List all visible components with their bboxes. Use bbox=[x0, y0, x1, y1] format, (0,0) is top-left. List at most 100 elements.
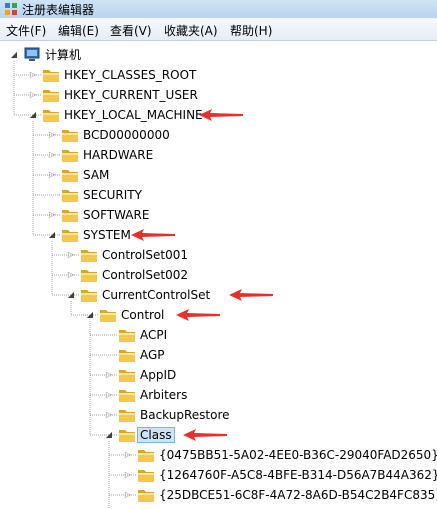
folder-icon bbox=[138, 450, 154, 462]
tree-node-label: SOFTWARE bbox=[83, 208, 150, 222]
tree-node[interactable]: ▷ ControlSet002 bbox=[0, 265, 437, 285]
annotation-arrow-icon bbox=[229, 289, 274, 301]
tree-node-label: SAM bbox=[83, 168, 110, 182]
collapse-arrow-icon[interactable]: ◢ bbox=[105, 425, 113, 445]
tree-node[interactable]: SECURITY bbox=[0, 185, 437, 205]
folder-icon bbox=[100, 310, 116, 322]
collapse-arrow-icon[interactable]: ◢ bbox=[86, 305, 94, 325]
expand-arrow-icon[interactable]: ▷ bbox=[48, 165, 56, 185]
tree-node[interactable]: AGP bbox=[0, 345, 437, 365]
tree-node[interactable]: ▷ {0475BB51-5A02-4EE0-B36C-29040FAD2650} bbox=[0, 445, 437, 465]
selected-key-label: Class bbox=[137, 427, 175, 443]
expand-arrow-icon[interactable]: ▷ bbox=[124, 485, 132, 505]
tree-node[interactable]: ▷ SOFTWARE bbox=[0, 205, 437, 225]
expand-arrow-icon[interactable]: ◢ bbox=[10, 45, 18, 65]
tree-node[interactable]: ▷ BCD00000000 bbox=[0, 125, 437, 145]
tree-node[interactable]: ▷ HARDWARE bbox=[0, 145, 437, 165]
computer-icon bbox=[24, 47, 40, 61]
expand-arrow-icon[interactable]: ▷ bbox=[48, 125, 56, 145]
folder-icon bbox=[43, 110, 59, 122]
tree-node-label: {1264760F-A5C8-4BFE-B314-D56A7B44A362} bbox=[159, 468, 437, 482]
tree-node[interactable]: ▷ SAM bbox=[0, 165, 437, 185]
collapse-arrow-icon[interactable]: ◢ bbox=[67, 285, 75, 305]
collapse-arrow-icon[interactable]: ◢ bbox=[29, 105, 37, 125]
collapse-arrow-icon[interactable]: ◢ bbox=[48, 225, 56, 245]
window-title: 注册表编辑器 bbox=[22, 3, 95, 17]
expand-arrow-icon[interactable]: ▷ bbox=[29, 85, 37, 105]
menu-item-1[interactable]: 编辑(E) bbox=[58, 22, 99, 39]
tree-node-label: {0475BB51-5A02-4EE0-B36C-29040FAD2650} bbox=[159, 448, 437, 462]
folder-icon bbox=[119, 410, 135, 422]
folder-icon bbox=[119, 330, 135, 342]
folder-icon bbox=[119, 350, 135, 362]
tree-node[interactable]: ▷ {1264760F-A5C8-4BFE-B314-D56A7B44A362} bbox=[0, 465, 437, 485]
tree-node-label: HKEY_CLASSES_ROOT bbox=[64, 68, 197, 82]
tree-node[interactable] bbox=[0, 505, 437, 509]
expand-arrow-icon[interactable]: ▷ bbox=[67, 245, 75, 265]
tree-node-label: HKEY_LOCAL_MACHINE bbox=[64, 108, 203, 122]
tree-node-label: {25DBCE51-6C8F-4A72-8A6D-B54C2B4FC835} bbox=[159, 488, 437, 502]
menu-item-4[interactable]: 帮助(H) bbox=[230, 22, 272, 39]
tree-node-label: AGP bbox=[140, 348, 165, 362]
folder-icon bbox=[119, 390, 135, 402]
folder-icon bbox=[138, 470, 154, 482]
title-bar: 注册表编辑器 bbox=[0, 0, 437, 18]
expand-arrow-icon[interactable]: ▷ bbox=[29, 65, 37, 85]
tree-node[interactable]: ◢ SYSTEM bbox=[0, 225, 437, 245]
tree-node-label: SYSTEM bbox=[83, 228, 131, 242]
menu-item-2[interactable]: 查看(V) bbox=[110, 22, 152, 39]
folder-icon bbox=[62, 230, 78, 242]
annotation-arrow-icon bbox=[131, 229, 176, 241]
expand-arrow-icon[interactable]: ▷ bbox=[124, 465, 132, 485]
tree-node-label: ControlSet002 bbox=[102, 268, 188, 282]
registry-editor-icon bbox=[5, 3, 17, 15]
tree-node[interactable]: ▷ HKEY_CURRENT_USER bbox=[0, 85, 437, 105]
folder-icon bbox=[81, 290, 97, 302]
annotation-arrow-icon bbox=[176, 309, 221, 321]
folder-icon bbox=[62, 130, 78, 142]
folder-icon bbox=[62, 190, 78, 202]
tree-node[interactable]: ▷ Arbiters bbox=[0, 385, 437, 405]
folder-icon bbox=[81, 270, 97, 282]
tree-node-label: ControlSet001 bbox=[102, 248, 188, 262]
tree-node-label: 计算机 bbox=[45, 48, 82, 62]
folder-icon bbox=[43, 70, 59, 82]
expand-arrow-icon[interactable]: ▷ bbox=[105, 405, 113, 425]
annotation-arrow-icon bbox=[183, 429, 227, 441]
expand-arrow-icon[interactable]: ▷ bbox=[48, 145, 56, 165]
tree-node-label: AppID bbox=[140, 368, 177, 382]
folder-icon bbox=[43, 90, 59, 102]
tree-node[interactable]: ▷ AppID bbox=[0, 365, 437, 385]
tree-node-label: HARDWARE bbox=[83, 148, 154, 162]
expand-arrow-icon[interactable]: ▷ bbox=[105, 385, 113, 405]
tree-node-label: BCD00000000 bbox=[83, 128, 170, 142]
expand-arrow-icon[interactable]: ▷ bbox=[105, 365, 113, 385]
tree-node[interactable]: ◢ CurrentControlSet bbox=[0, 285, 437, 305]
folder-icon bbox=[138, 490, 154, 502]
registry-tree[interactable]: ◢ 计算机 ▷ HKEY_CLASSES_ROOT ▷ HKEY_CURRENT_USER… bbox=[0, 41, 437, 509]
tree-node-label: Arbiters bbox=[140, 388, 188, 402]
expand-arrow-icon[interactable]: ▷ bbox=[124, 445, 132, 465]
tree-node-label: CurrentControlSet bbox=[102, 288, 211, 302]
folder-icon bbox=[62, 150, 78, 162]
folder-icon bbox=[119, 430, 135, 442]
tree-node-label: HKEY_CURRENT_USER bbox=[64, 88, 198, 102]
tree-node-label: SECURITY bbox=[83, 188, 142, 202]
tree-node[interactable]: ACPI bbox=[0, 325, 437, 345]
annotation-arrow-icon bbox=[198, 109, 243, 121]
tree-node[interactable]: ▷ ControlSet001 bbox=[0, 245, 437, 265]
menu-item-3[interactable]: 收藏夹(A) bbox=[164, 22, 218, 39]
menu-item-0[interactable]: 文件(F) bbox=[6, 22, 46, 39]
folder-icon bbox=[81, 250, 97, 262]
menu-bar: 文件(F) 编辑(E) 查看(V) 收藏夹(A) 帮助(H) bbox=[0, 18, 437, 41]
folder-icon bbox=[62, 210, 78, 222]
tree-node-label: ACPI bbox=[140, 328, 168, 342]
tree-node[interactable]: ▷ {25DBCE51-6C8F-4A72-8A6D-B54C2B4FC835} bbox=[0, 485, 437, 505]
expand-arrow-icon[interactable]: ▷ bbox=[67, 265, 75, 285]
expand-arrow-icon[interactable]: ▷ bbox=[48, 205, 56, 225]
tree-node[interactable]: ▷ HKEY_CLASSES_ROOT bbox=[0, 65, 437, 85]
folder-icon bbox=[62, 170, 78, 182]
folder-icon bbox=[119, 370, 135, 382]
tree-node[interactable]: ▷ BackupRestore bbox=[0, 405, 437, 425]
tree-node-label: Control bbox=[121, 308, 165, 322]
